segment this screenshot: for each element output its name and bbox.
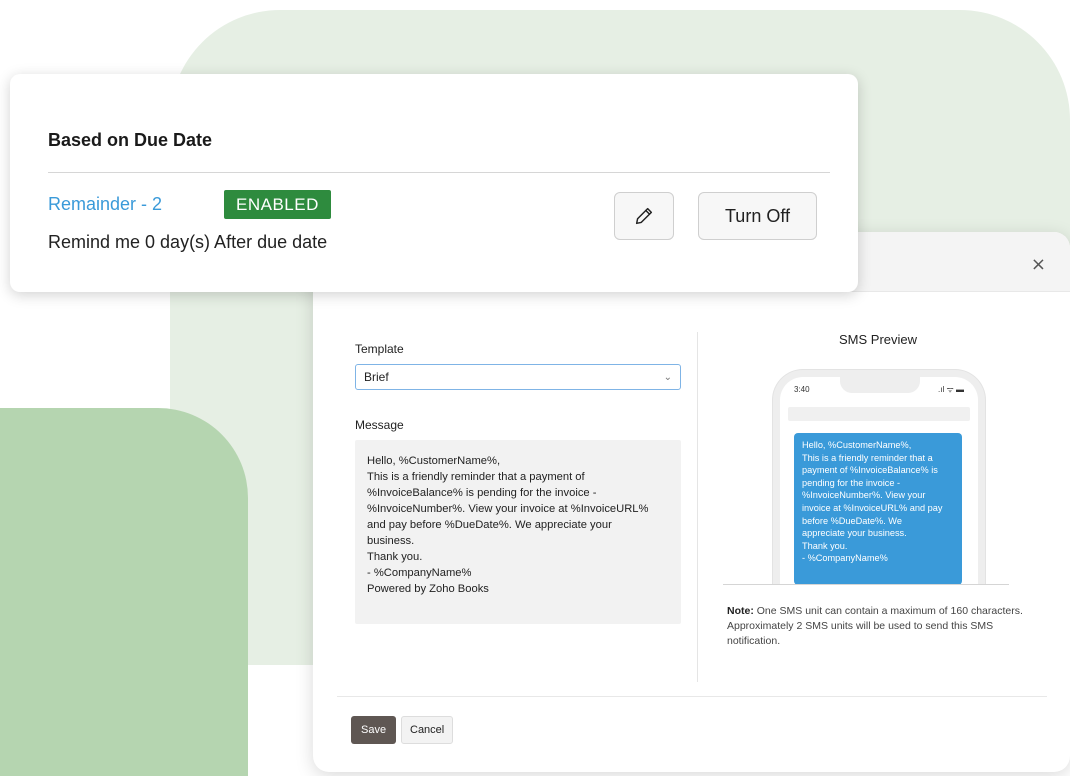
reminder-card: Based on Due Date Remainder - 2 ENABLED …: [10, 74, 858, 292]
sms-template-modal: × Template Brief ⌄ Message Hello, %Custo…: [313, 232, 1070, 772]
template-select[interactable]: Brief ⌄: [355, 364, 681, 390]
sms-line: %InvoiceNumber%. View your: [802, 490, 926, 501]
reminder-description: Remind me 0 day(s) After due date: [48, 232, 328, 252]
background-shape-left: [0, 408, 248, 776]
message-line: and pay before %DueDate%. We appreciate …: [367, 519, 612, 531]
turn-off-button[interactable]: Turn Off: [698, 192, 817, 240]
close-icon[interactable]: ×: [1031, 256, 1046, 274]
chevron-down-icon: ⌄: [663, 371, 672, 383]
message-line: %InvoiceNumber%. View your invoice at %I…: [367, 503, 649, 515]
sms-preview-panel: SMS Preview 3:40 .ıl ᯤ ▬ Hello, %Custome…: [723, 332, 1033, 647]
message-line: Thank you.: [367, 551, 423, 563]
message-label: Message: [355, 418, 404, 432]
sms-line: payment of %InvoiceBalance% is: [802, 465, 938, 476]
sms-line: - %CompanyName%: [802, 553, 888, 564]
sms-line: appreciate your business.: [802, 528, 907, 539]
sms-line: before %DueDate%. We: [802, 515, 902, 526]
reminder-name-link[interactable]: Remainder - 2: [48, 194, 162, 215]
message-line: Powered by Zoho Books: [367, 583, 489, 595]
pencil-icon: [635, 207, 653, 225]
save-button[interactable]: Save: [351, 716, 397, 744]
template-form: Template Brief ⌄ Message Hello, %Custome…: [355, 342, 683, 624]
phone-time: 3:40: [794, 385, 810, 394]
template-label: Template: [355, 342, 404, 356]
sms-line: pending for the invoice -: [802, 477, 901, 488]
sms-message-bubble: Hello, %CustomerName%, This is a friendl…: [794, 433, 962, 585]
sms-preview-title: SMS Preview: [838, 332, 918, 347]
phone-mockup: 3:40 .ıl ᯤ ▬ Hello, %CustomerName%, This…: [773, 370, 985, 585]
sms-line: Thank you.: [802, 540, 848, 551]
cancel-button[interactable]: Cancel: [401, 716, 454, 744]
message-textarea[interactable]: Hello, %CustomerName%, This is a friendl…: [355, 440, 681, 624]
phone-baseline: [723, 584, 1009, 585]
phone-status-icons: .ıl ᯤ ▬: [938, 385, 964, 394]
edit-button[interactable]: [614, 192, 674, 240]
message-line: %InvoiceBalance% is pending for the invo…: [367, 487, 597, 499]
message-line: business.: [367, 535, 415, 547]
divider: [48, 172, 830, 173]
message-line: Hello, %CustomerName%,: [367, 455, 501, 467]
template-select-value: Brief: [364, 370, 389, 384]
reminder-section-title: Based on Due Date: [48, 130, 213, 150]
message-line: - %CompanyName%: [367, 567, 472, 579]
message-line: This is a friendly reminder that a payme…: [367, 471, 585, 483]
sms-line: invoice at %InvoiceURL% and pay: [802, 502, 943, 513]
phone-app-bar: [788, 407, 970, 421]
sms-line: This is a friendly reminder that a: [802, 452, 933, 463]
note-label: Note:: [727, 605, 754, 617]
status-badge: ENABLED: [224, 190, 331, 219]
note-text: One SMS unit can contain a maximum of 16…: [727, 605, 1023, 647]
column-divider: [697, 332, 698, 682]
sms-note: Note: One SMS unit can contain a maximum…: [727, 604, 1037, 649]
footer-divider: [337, 696, 1047, 697]
phone-notch: [840, 375, 920, 393]
sms-line: Hello, %CustomerName%,: [802, 440, 912, 450]
